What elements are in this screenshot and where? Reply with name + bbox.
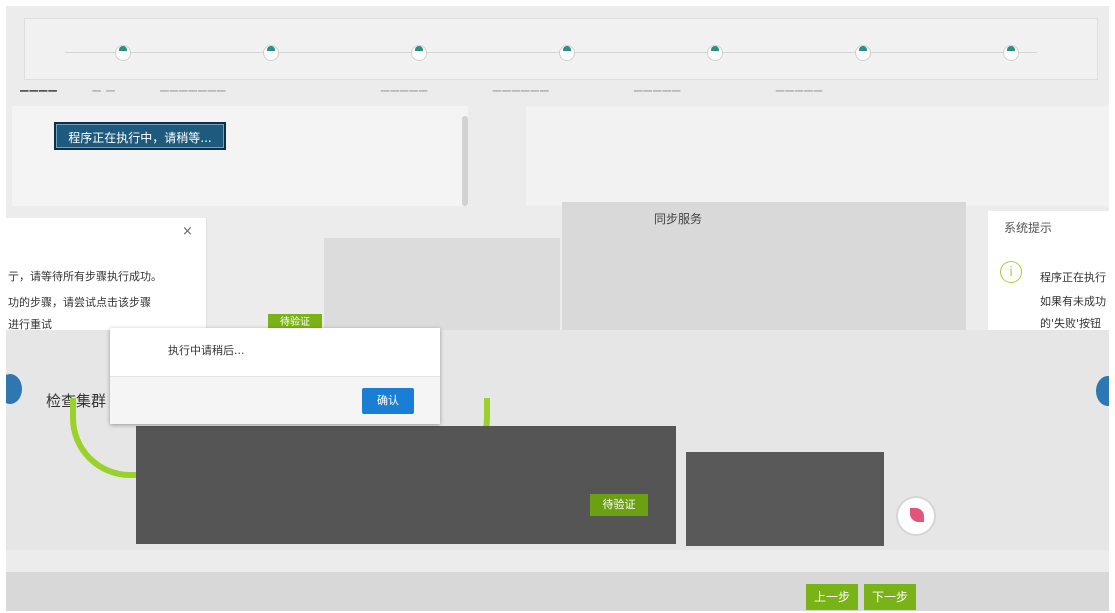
- sync-panel: [562, 202, 966, 330]
- info-icon: i: [1000, 261, 1022, 283]
- step-labels: ▁▁▁▁ ▁ ▁ ▁▁▁▁▁▁▁ ▁▁▁▁▁ ▁▁▁▁▁▁ ▁▁▁▁▁ ▁▁▁▁…: [20, 79, 1090, 93]
- center-panel: [324, 238, 560, 330]
- dialog-line-1: 亍，请等待所有步骤执行成功。: [8, 270, 162, 283]
- content-block-left: [136, 426, 676, 544]
- scrollbar[interactable]: [462, 116, 468, 206]
- app-window: ▁▁▁▁ ▁ ▁ ▁▁▁▁▁▁▁ ▁▁▁▁▁ ▁▁▁▁▁▁ ▁▁▁▁▁ ▁▁▁▁…: [6, 6, 1109, 611]
- progress-modal: 执行中请稍后... 确认: [110, 328, 440, 424]
- step-3-icon[interactable]: [411, 45, 427, 61]
- step-4-icon[interactable]: [559, 45, 575, 61]
- dialog-line-2: 功的步骤，请尝试点击该步骤: [8, 296, 151, 309]
- step-2-icon[interactable]: [263, 45, 279, 61]
- sync-panel-title: 同步服务: [654, 212, 703, 226]
- steps-line: [65, 52, 1037, 53]
- avatar-icon[interactable]: [896, 496, 936, 536]
- step-6-icon[interactable]: [855, 45, 871, 61]
- step-label-1: ▁▁▁▁: [20, 79, 58, 92]
- step-7-icon[interactable]: [1003, 45, 1019, 61]
- system-tip-title: 系统提示: [1004, 221, 1053, 235]
- close-icon[interactable]: ×: [182, 224, 193, 239]
- info-dialog-left: × 亍，请等待所有步骤执行成功。 功的步骤，请尝试点击该步骤 进行重试: [6, 218, 207, 331]
- running-status-button[interactable]: 程序正在执行中，请稍等...: [54, 122, 226, 150]
- tip-line-3: 的'失败'按钮: [1040, 317, 1102, 330]
- step-label-4: ▁▁▁▁▁: [380, 79, 429, 92]
- next-step-button[interactable]: 下一步: [864, 584, 916, 610]
- confirm-button[interactable]: 确认: [362, 388, 414, 414]
- step-1-icon[interactable]: [115, 45, 131, 61]
- modal-message: 执行中请稍后...: [168, 344, 245, 357]
- step-label-6: ▁▁▁▁▁: [634, 79, 682, 92]
- step-label-2: ▁ ▁: [92, 79, 116, 92]
- upper-right-panel: [526, 106, 1109, 206]
- tip-line-1: 程序正在执行: [1040, 271, 1106, 284]
- step-label-7: ▁▁▁▁▁: [775, 79, 824, 92]
- verify-button[interactable]: 待验证: [590, 494, 648, 516]
- steps-panel: [24, 18, 1098, 80]
- step-5-icon[interactable]: [707, 45, 723, 61]
- step-label-3: ▁▁▁▁▁▁▁: [160, 79, 227, 92]
- content-block-right: [686, 452, 884, 546]
- prev-step-button[interactable]: 上一步: [806, 584, 858, 610]
- upper-left-panel: [12, 106, 468, 206]
- step-label-5: ▁▁▁▁▁▁: [492, 79, 550, 92]
- tip-line-2: 如果有未成功: [1040, 295, 1106, 308]
- bottom-nav-bar: [6, 572, 1109, 611]
- system-tip-dialog: 系统提示 i 程序正在执行 如果有未成功 的'失败'按钮: [988, 211, 1109, 330]
